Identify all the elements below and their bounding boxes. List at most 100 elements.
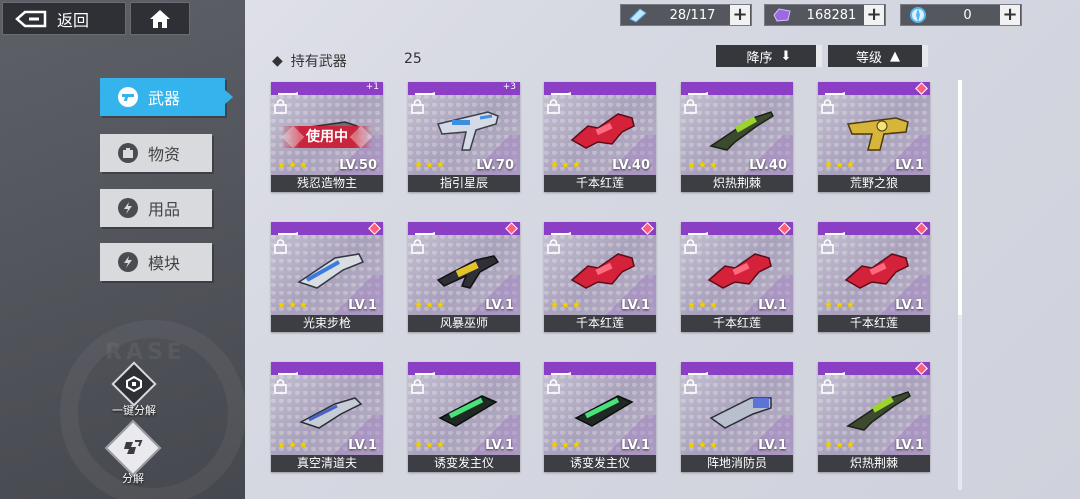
quick-dismantle-button[interactable]: 一键分解 bbox=[111, 361, 157, 418]
dismantle-button[interactable]: 分解 bbox=[104, 419, 162, 486]
weapon-name: 阵地消防员 bbox=[681, 455, 793, 472]
lock-icon[interactable] bbox=[684, 379, 697, 394]
weapon-card[interactable]: ★★★ LV.1 荒野之狼 bbox=[818, 82, 930, 192]
home-button[interactable] bbox=[130, 2, 190, 35]
weapon-image bbox=[295, 244, 367, 296]
weapon-type-icon bbox=[277, 224, 299, 238]
bolt-icon bbox=[118, 198, 138, 218]
weapon-image bbox=[432, 244, 504, 296]
refine-count: +3 bbox=[502, 82, 516, 92]
weapon-type-icon bbox=[414, 84, 436, 98]
weapon-card[interactable]: +1 使用中 ★★★ LV.50 残忍造物主 bbox=[271, 82, 383, 192]
weapon-level: LV.1 bbox=[895, 438, 924, 453]
star-rating: ★★★ bbox=[687, 440, 720, 451]
resource-energy-value: 0 bbox=[963, 7, 972, 23]
weapon-card[interactable]: ★★★ LV.40 千本红莲 bbox=[544, 82, 656, 192]
weapon-card[interactable]: ★★★ LV.40 炽热荆棘 bbox=[681, 82, 793, 192]
refine-count: +1 bbox=[365, 82, 379, 92]
weapon-card[interactable]: ★★★ LV.1 风暴巫师 bbox=[408, 222, 520, 332]
weapon-type-icon bbox=[824, 224, 846, 238]
scrollbar-thumb[interactable] bbox=[958, 80, 962, 315]
weapon-image bbox=[705, 244, 777, 296]
weapon-card[interactable]: ★★★ LV.1 炽热荆棘 bbox=[818, 362, 930, 472]
sidebar-item-modules[interactable]: 模块 bbox=[100, 243, 212, 281]
sidebar-item-label: 用品 bbox=[148, 200, 181, 219]
lock-icon[interactable] bbox=[274, 99, 287, 114]
weapon-type-icon bbox=[824, 364, 846, 378]
star-rating: ★★★ bbox=[414, 440, 447, 451]
lock-icon[interactable] bbox=[411, 239, 424, 254]
weapon-type-icon bbox=[824, 84, 846, 98]
ticket-icon bbox=[621, 5, 655, 25]
add-crystal-button[interactable]: + bbox=[864, 5, 884, 25]
weapon-level: LV.1 bbox=[485, 298, 514, 313]
weapon-card[interactable]: ★★★ LV.1 千本红莲 bbox=[681, 222, 793, 332]
lock-icon[interactable] bbox=[821, 379, 834, 394]
star-rating: ★★★ bbox=[687, 160, 720, 171]
weapon-image bbox=[842, 104, 914, 156]
back-button[interactable]: 返回 bbox=[2, 2, 126, 35]
lock-icon[interactable] bbox=[274, 379, 287, 394]
owned-weapons-title: 持有武器 bbox=[290, 54, 347, 70]
lock-icon[interactable] bbox=[411, 99, 424, 114]
weapon-card[interactable]: ★★★ LV.1 阵地消防员 bbox=[681, 362, 793, 472]
dismantle-icon bbox=[104, 419, 162, 477]
weapon-level: LV.1 bbox=[895, 158, 924, 173]
weapon-type-icon bbox=[550, 364, 572, 378]
sidebar-item-weapons[interactable]: 武器 bbox=[100, 78, 233, 116]
weapon-type-icon bbox=[687, 224, 709, 238]
lock-icon[interactable] bbox=[547, 239, 560, 254]
weapon-card[interactable]: ★★★ LV.1 诱变发主仪 bbox=[408, 362, 520, 472]
weapon-level: LV.50 bbox=[339, 158, 377, 173]
star-rating: ★★★ bbox=[277, 440, 310, 451]
home-icon bbox=[150, 9, 170, 28]
lock-icon[interactable] bbox=[547, 379, 560, 394]
weapon-name: 千本红莲 bbox=[818, 315, 930, 332]
weapon-image bbox=[842, 384, 914, 436]
weapon-name: 真空清道夫 bbox=[271, 455, 383, 472]
weapon-name: 指引星辰 bbox=[408, 175, 520, 192]
diamond-bullet-icon: ◆ bbox=[272, 53, 283, 69]
weapon-level: LV.1 bbox=[348, 438, 377, 453]
back-arrow-icon bbox=[15, 9, 49, 29]
weapon-image bbox=[842, 244, 914, 296]
weapon-card[interactable]: ★★★ LV.1 千本红莲 bbox=[818, 222, 930, 332]
lock-icon[interactable] bbox=[684, 239, 697, 254]
weapon-card[interactable]: ★★★ LV.1 千本红莲 bbox=[544, 222, 656, 332]
weapon-card[interactable]: +3 ★★★ LV.70 指引星辰 bbox=[408, 82, 520, 192]
weapon-image bbox=[568, 244, 640, 296]
sidebar-item-supplies[interactable]: 物资 bbox=[100, 134, 212, 172]
sidebar-item-label: 物资 bbox=[148, 145, 181, 164]
resource-ticket: 28/117 + bbox=[620, 4, 752, 26]
weapon-name: 风暴巫师 bbox=[408, 315, 520, 332]
quick-dismantle-icon bbox=[111, 361, 157, 407]
weapon-level: LV.70 bbox=[476, 158, 514, 173]
weapon-card[interactable]: ★★★ LV.1 真空清道夫 bbox=[271, 362, 383, 472]
add-ticket-button[interactable]: + bbox=[730, 5, 750, 25]
sidebar-item-items[interactable]: 用品 bbox=[100, 189, 212, 227]
star-rating: ★★★ bbox=[550, 160, 583, 171]
weapon-image bbox=[432, 384, 504, 436]
weapon-card[interactable]: ★★★ LV.1 光束步枪 bbox=[271, 222, 383, 332]
lock-icon[interactable] bbox=[684, 99, 697, 114]
lock-icon[interactable] bbox=[821, 239, 834, 254]
weapon-icon bbox=[118, 87, 138, 107]
lock-icon[interactable] bbox=[274, 239, 287, 254]
lock-icon[interactable] bbox=[411, 379, 424, 394]
weapon-name: 千本红莲 bbox=[681, 315, 793, 332]
add-energy-button[interactable]: + bbox=[1000, 5, 1020, 25]
weapon-name: 荒野之狼 bbox=[818, 175, 930, 192]
lock-icon[interactable] bbox=[547, 99, 560, 114]
sort-key-button[interactable]: 等级 ▲ bbox=[828, 45, 928, 67]
lock-icon[interactable] bbox=[821, 99, 834, 114]
star-rating: ★★★ bbox=[687, 300, 720, 311]
weapon-image bbox=[568, 104, 640, 156]
weapon-type-icon bbox=[550, 224, 572, 238]
weapon-card[interactable]: ★★★ LV.1 诱变发主仪 bbox=[544, 362, 656, 472]
weapon-level: LV.40 bbox=[749, 158, 787, 173]
sort-order-button[interactable]: 降序 ⬇ bbox=[716, 45, 822, 67]
star-rating: ★★★ bbox=[550, 440, 583, 451]
weapon-image bbox=[295, 384, 367, 436]
star-rating: ★★★ bbox=[414, 160, 447, 171]
weapon-image bbox=[705, 384, 777, 436]
